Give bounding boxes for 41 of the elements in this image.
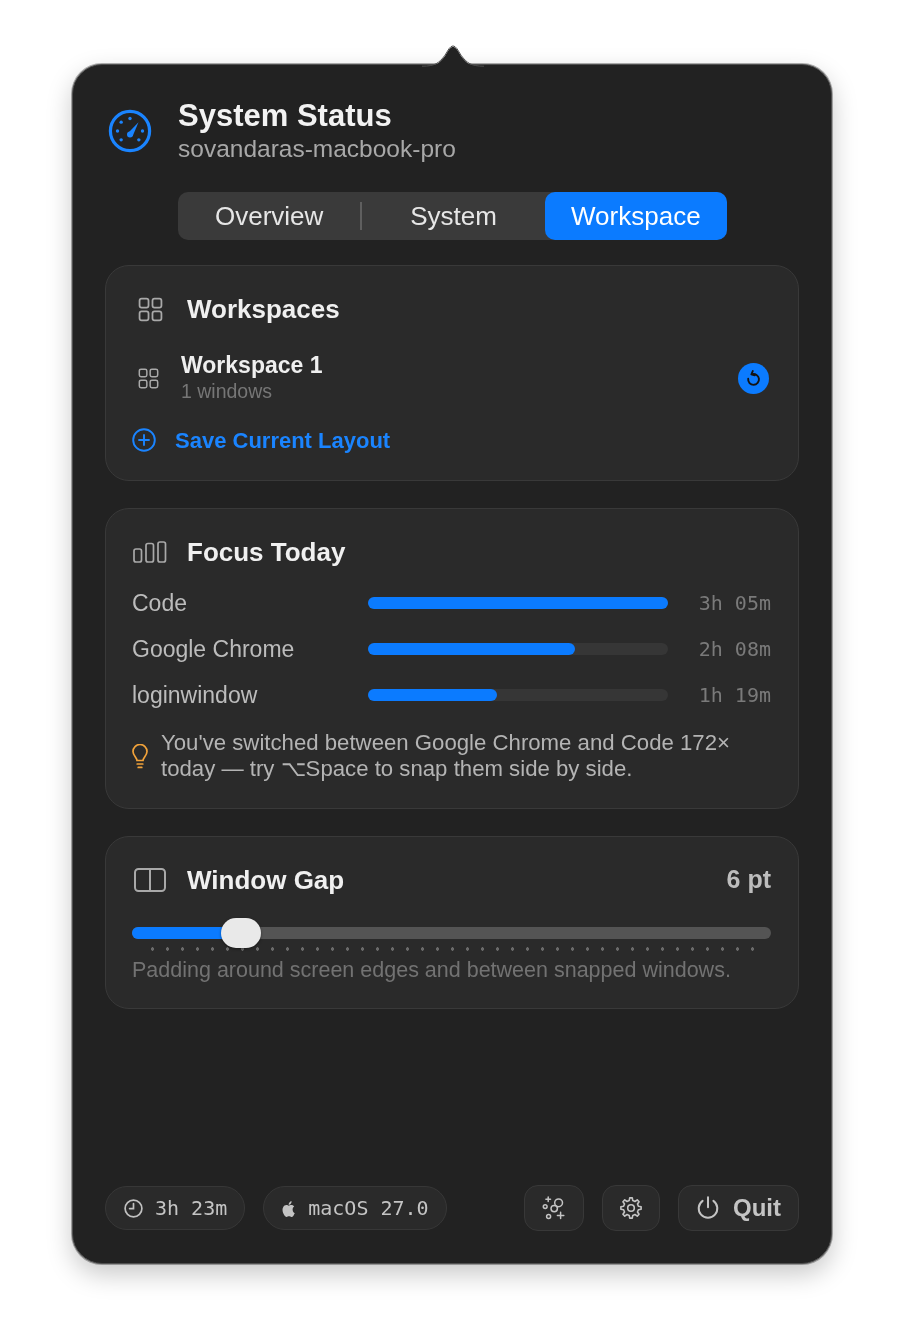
workspace-name: Workspace 1 (181, 352, 323, 379)
usage-duration: 2h 08m (698, 636, 771, 663)
clock-icon (124, 1198, 143, 1218)
app-name: loginwindow (132, 680, 259, 710)
settings-icon (620, 1197, 642, 1219)
effects-button[interactable] (524, 1185, 584, 1231)
gap-slider-thumb[interactable] (220, 918, 261, 948)
rotate-arrow-icon (746, 370, 761, 386)
tab[interactable]: Workspace (544, 192, 727, 240)
bar-chart-icon (133, 541, 167, 563)
bubbles-sparkles-icon (542, 1196, 566, 1220)
gap-value: 6 pt (726, 864, 771, 896)
host-name: sovandaras-macbook-pro (178, 134, 456, 164)
plus-circle-icon (132, 428, 156, 452)
grid-icon (137, 296, 163, 322)
card-title: Workspaces (187, 293, 340, 326)
grid-icon (137, 367, 159, 389)
tab[interactable]: System (362, 192, 545, 240)
window-count: 1 windows (181, 379, 274, 404)
card-title: Focus Today (187, 536, 346, 569)
gauge-icon (108, 109, 152, 153)
tip-text: You've switched between Google Chrome and Code 172× today — try ⌥Space to snap them side by side. (161, 730, 731, 782)
save-layout-link[interactable]: Save Current Layout (132, 426, 391, 454)
usage-duration: 3h 05m (698, 590, 771, 617)
apple-icon (282, 1199, 297, 1217)
power-icon (696, 1196, 720, 1220)
tab[interactable]: Overview (178, 192, 361, 240)
lightbulb-icon (132, 743, 148, 769)
uptime-text: 3h 23m (155, 1195, 228, 1222)
usage-duration: 1h 19m (698, 682, 771, 709)
os-version-text: macOS 27.0 (308, 1195, 429, 1222)
app-name: Google Chrome (132, 634, 296, 664)
split-window-icon (134, 868, 166, 892)
card-title: Window Gap (187, 864, 345, 897)
quit-button[interactable]: Quit (678, 1185, 799, 1231)
settings-button[interactable] (602, 1185, 660, 1231)
gap-slider-track[interactable] (132, 918, 771, 948)
app-name: Code (132, 588, 188, 618)
gap-description: Padding around screen edges and between snapped windows. (132, 958, 732, 982)
restore-button[interactable] (738, 362, 769, 394)
app-title: System Status (178, 98, 393, 134)
